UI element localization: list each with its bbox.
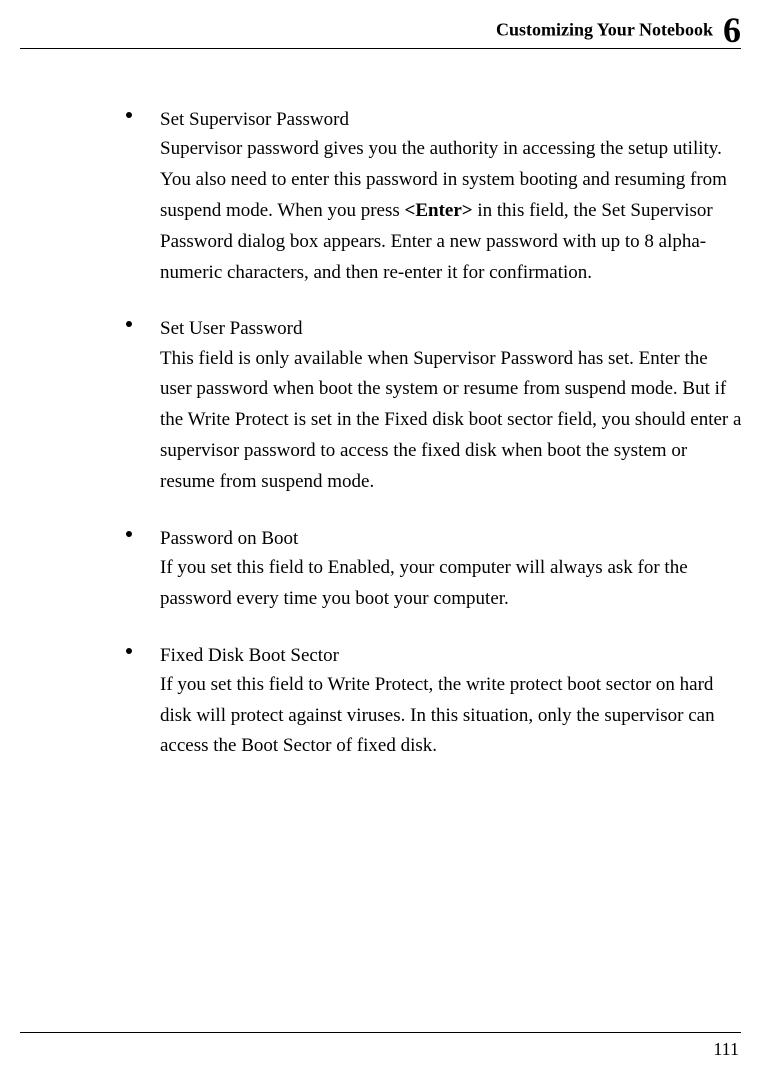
list-item: Fixed Disk Boot Sector If you set this f… [118,641,743,763]
body-text-pre: This field is only available when Superv… [160,348,741,492]
bullet-icon [126,112,132,118]
header-title: Customizing Your Notebook [496,20,713,40]
item-title: Password on Boot [160,524,743,553]
body-text-pre: If you set this field to Enabled, your c… [160,557,688,609]
item-body: If you set this field to Enabled, your c… [160,553,743,615]
body-text-bold: <Enter> [405,200,473,221]
bullet-icon [126,531,132,537]
list-item: Set User Password This field is only ava… [118,314,743,497]
chapter-number: 6 [723,10,741,50]
footer-divider [20,1032,741,1033]
body-text-pre: If you set this field to Write Protect, … [160,674,715,757]
bullet-list: Set Supervisor Password Supervisor passw… [118,105,743,762]
list-item: Set Supervisor Password Supervisor passw… [118,105,743,288]
header-divider [20,48,741,49]
item-title: Fixed Disk Boot Sector [160,641,743,670]
list-item: Password on Boot If you set this field t… [118,524,743,615]
item-body: Supervisor password gives you the author… [160,134,743,288]
page-number: 111 [713,1039,739,1060]
content-area: Set Supervisor Password Supervisor passw… [118,105,743,788]
item-body: If you set this field to Write Protect, … [160,670,743,762]
bullet-icon [126,648,132,654]
item-title: Set Supervisor Password [160,105,743,134]
bullet-icon [126,321,132,327]
item-body: This field is only available when Superv… [160,344,743,498]
item-title: Set User Password [160,314,743,343]
